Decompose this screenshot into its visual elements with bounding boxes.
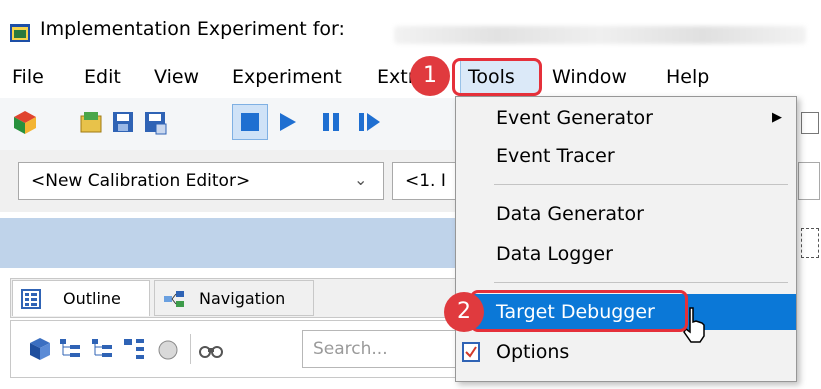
submenu-arrow-icon: ▶	[772, 110, 782, 125]
menu-view[interactable]: View	[154, 62, 199, 92]
data-generator-label: Data Generator	[496, 203, 644, 225]
target-debugger-highlight-box	[470, 290, 688, 332]
pause-icon[interactable]	[318, 108, 344, 136]
callout-2: 2	[444, 292, 484, 332]
menu-event-generator[interactable]: Event Generator ▶	[456, 100, 796, 136]
tab-outline-label: Outline	[63, 289, 121, 308]
menu-help[interactable]: Help	[666, 62, 709, 92]
data-logger-label: Data Logger	[496, 243, 613, 265]
menu-window[interactable]: Window	[552, 62, 627, 92]
stop-icon	[241, 113, 259, 131]
menu-data-generator[interactable]: Data Generator	[456, 196, 796, 232]
search-input[interactable]: Search...	[302, 330, 462, 368]
sphere-icon[interactable]	[156, 338, 180, 362]
save-as-icon[interactable]	[142, 108, 168, 136]
tree-expand-icon[interactable]	[58, 336, 82, 362]
menu-edit[interactable]: Edit	[84, 62, 121, 92]
toolbar-separator	[190, 334, 191, 364]
calibration-editor-value: <New Calibration Editor>	[31, 171, 251, 191]
event-tracer-label: Event Tracer	[496, 145, 615, 167]
options-label: Options	[496, 341, 570, 363]
right-band-icon[interactable]	[801, 228, 819, 258]
window-title: Implementation Experiment for:	[40, 18, 345, 40]
cube-small-icon[interactable]	[28, 336, 52, 362]
callout-1: 1	[410, 56, 450, 96]
open-folder-icon[interactable]	[78, 108, 104, 136]
save-icon[interactable]	[110, 108, 136, 136]
navigation-icon	[164, 291, 184, 307]
menu-data-logger[interactable]: Data Logger	[456, 236, 796, 272]
right-combo-edge[interactable]	[798, 162, 820, 200]
tab-outline[interactable]: Outline	[12, 280, 150, 316]
tab-navigation-label: Navigation	[199, 289, 286, 308]
binoculars-icon[interactable]	[198, 338, 224, 360]
second-combo[interactable]: <1. I	[392, 162, 456, 200]
event-generator-label: Event Generator	[496, 107, 653, 129]
app-icon	[10, 24, 30, 42]
tab-navigation[interactable]: Navigation	[154, 280, 314, 316]
calibration-editor-combo[interactable]: <New Calibration Editor>	[18, 162, 384, 200]
menu-separator	[494, 184, 788, 185]
menu-separator	[494, 282, 788, 283]
right-toolbar-icon[interactable]	[801, 112, 819, 134]
play-icon[interactable]	[274, 108, 300, 136]
menu-experiment[interactable]: Experiment	[232, 62, 342, 92]
menu-event-tracer[interactable]: Event Tracer	[456, 138, 796, 174]
checklist-icon	[462, 342, 480, 362]
menu-file[interactable]: File	[12, 62, 44, 92]
tree-collapse-icon[interactable]	[90, 336, 114, 362]
chevron-down-icon[interactable]: ⌄	[354, 170, 367, 189]
menu-options[interactable]: Options	[456, 334, 796, 370]
cube-icon[interactable]	[12, 108, 38, 136]
hierarchy-icon[interactable]	[122, 336, 148, 362]
outline-icon	[21, 289, 41, 309]
second-combo-value: <1. I	[405, 171, 446, 191]
title-redacted	[394, 26, 806, 44]
step-icon[interactable]	[356, 108, 382, 136]
tools-highlight-box	[452, 58, 542, 96]
